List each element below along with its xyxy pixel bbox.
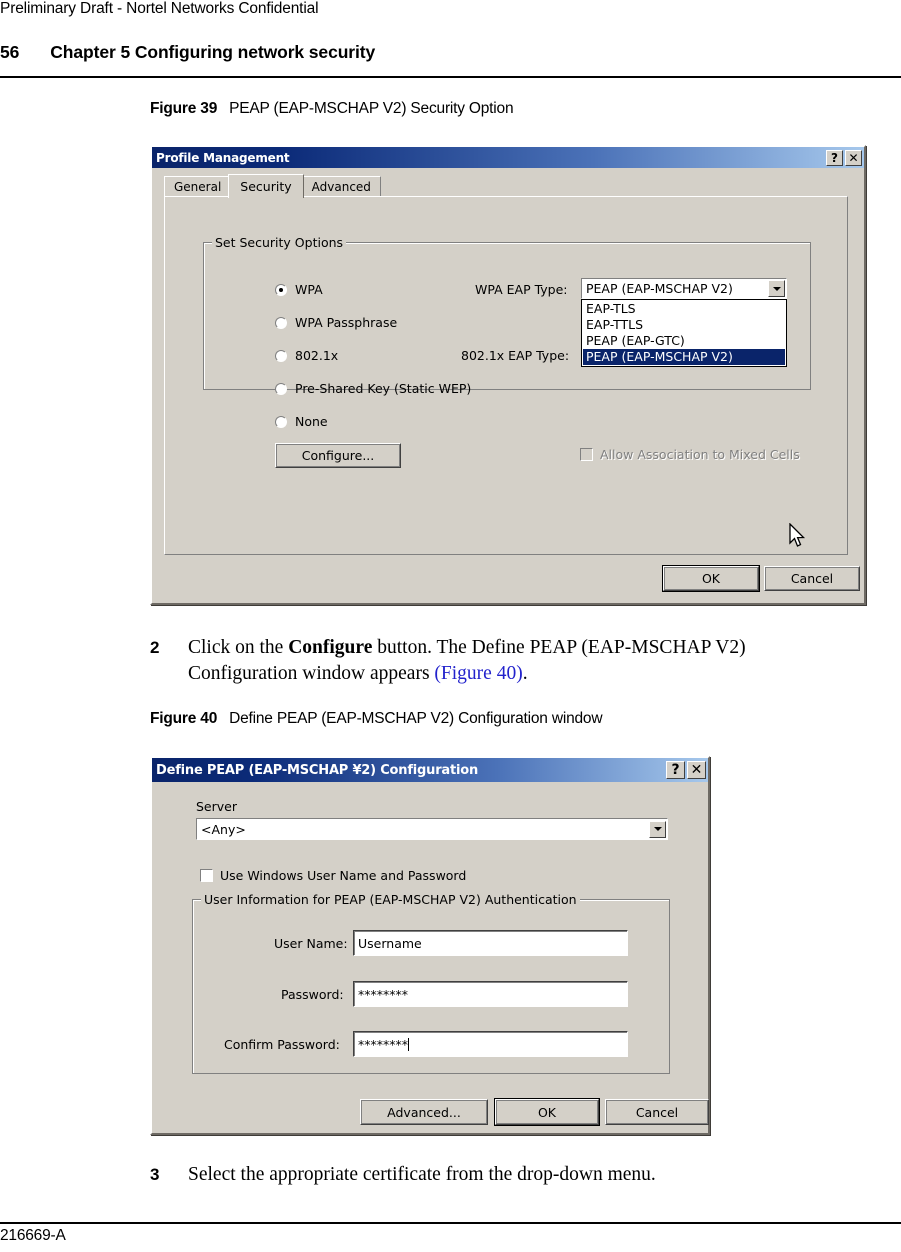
document-id: 216669-A [0,1227,66,1244]
radio-8021x[interactable]: 802.1x [275,348,338,363]
dot1x-eap-type-label: 802.1x EAP Type: [461,348,570,363]
radio-none-label: None [295,414,328,429]
figure-40-label: Figure 40 [150,710,218,727]
allow-mixed-cells-label: Allow Association to Mixed Cells [600,447,800,462]
dropdown-option-eap-ttls[interactable]: EAP-TTLS [583,317,785,333]
running-head: 56 Chapter 5 Configuring network security [0,42,375,63]
radio-wpa[interactable]: WPA [275,282,323,297]
step-3-body: Select the appropriate certificate from … [188,1164,656,1185]
step-3: 3 Select the appropriate certificate fro… [150,1162,850,1188]
allow-mixed-cells-checkbox [580,448,593,461]
configure-button[interactable]: Configure... [275,443,401,468]
radio-wpa-passphrase[interactable]: WPA Passphrase [275,315,397,330]
radio-none-indicator [275,415,287,428]
mouse-cursor-icon [789,522,807,554]
window-title: Profile Management [156,150,290,165]
wpa-eap-type-label: WPA EAP Type: [475,282,568,297]
text-caret [408,1037,409,1051]
ok-button[interactable]: OK [662,565,760,592]
tab-general[interactable]: General [164,176,232,196]
advanced-button[interactable]: Advanced... [360,1099,488,1125]
radio-pre-shared-key-indicator [275,382,287,395]
tab-advanced[interactable]: Advanced [301,176,381,196]
radio-pre-shared-key[interactable]: Pre-Shared Key (Static WEP) [275,381,471,396]
chevron-down-icon[interactable] [768,280,785,297]
close-icon[interactable]: ✕ [687,761,706,779]
figure-39-title: PEAP (EAP-MSCHAP V2) Security Option [229,100,514,117]
use-windows-credentials-checkbox-row[interactable]: Use Windows User Name and Password [200,868,466,883]
wpa-eap-type-value: PEAP (EAP-MSCHAP V2) [586,281,733,296]
user-name-label: User Name: [274,936,348,951]
user-information-group-title: User Information for PEAP (EAP-MSCHAP V2… [201,892,580,907]
header-rule [0,76,901,78]
step-3-number: 3 [150,1165,160,1184]
server-label: Server [196,799,237,814]
radio-pre-shared-key-label: Pre-Shared Key (Static WEP) [295,381,472,396]
cancel-button[interactable]: Cancel [764,566,860,591]
step-2-body: Click on the Configure button. The Defin… [188,635,850,687]
figure-40-crossreference-link[interactable]: (Figure 40) [434,663,522,684]
radio-8021x-indicator [275,349,287,362]
step-2: 2 Click on the Configure button. The Def… [150,635,850,687]
allow-mixed-cells-checkbox-row: Allow Association to Mixed Cells [580,447,800,462]
figure-39-caption: Figure 39 PEAP (EAP-MSCHAP V2) Security O… [150,100,514,118]
user-name-input[interactable]: Username [353,930,628,956]
step-2-number: 2 [150,638,160,657]
radio-wpa-label: WPA [295,282,323,297]
figure-40-title: Define PEAP (EAP-MSCHAP V2) Configuratio… [229,710,603,727]
draft-notice: Preliminary Draft - Nortel Networks Conf… [0,0,319,17]
chapter-title: Chapter 5 Configuring network security [50,42,376,62]
wpa-eap-type-combo[interactable]: PEAP (EAP-MSCHAP V2) [581,278,787,299]
dropdown-option-peap-eap-gtc[interactable]: PEAP (EAP-GTC) [583,333,785,349]
use-windows-credentials-checkbox[interactable] [200,869,213,882]
window-title: Define PEAP (EAP-MSCHAP ¥2) Configuratio… [156,762,479,778]
password-input[interactable]: ******** [353,981,628,1007]
page-number: 56 [0,42,20,62]
cancel-button[interactable]: Cancel [605,1099,709,1125]
confirm-password-label: Confirm Password: [224,1037,340,1052]
profile-management-dialog: Profile Management ? ✕ General Security … [150,145,866,605]
titlebar: Define PEAP (EAP-MSCHAP ¥2) Configuratio… [152,758,708,782]
step-2-text-after: . [522,663,528,684]
user-name-value: Username [358,935,422,951]
help-icon[interactable]: ? [826,149,843,166]
figure-39-label: Figure 39 [150,100,218,117]
footer-rule [0,1222,901,1224]
tab-security[interactable]: Security [228,174,304,198]
step-2-bold-word: Configure [288,637,373,658]
radio-none[interactable]: None [275,414,328,429]
confirm-password-input[interactable]: ******** [353,1031,628,1057]
dropdown-option-eap-tls[interactable]: EAP-TLS [583,301,785,317]
server-value: <Any> [201,821,246,837]
figure-40-caption: Figure 40 Define PEAP (EAP-MSCHAP V2) Con… [150,710,603,728]
dropdown-option-peap-eap-mschap-v2[interactable]: PEAP (EAP-MSCHAP V2) [583,349,785,365]
password-value: ******** [358,986,408,1002]
set-security-options-title: Set Security Options [212,235,347,250]
chevron-down-icon[interactable] [649,820,666,838]
use-windows-credentials-label: Use Windows User Name and Password [220,868,467,883]
step-2-text-before: Click on the [188,637,289,658]
wpa-eap-type-dropdown-list[interactable]: EAP-TLS EAP-TTLS PEAP (EAP-GTC) PEAP (EA… [581,299,787,367]
radio-8021x-label: 802.1x [295,348,339,363]
help-icon[interactable]: ? [666,761,685,779]
confirm-password-value: ******** [358,1036,408,1052]
tab-page-security: Set Security Options WPA WPA Passphrase … [164,196,848,555]
tabstrip: General Security Advanced [164,174,381,198]
ok-button[interactable]: OK [494,1098,600,1126]
password-label: Password: [281,987,344,1002]
close-icon[interactable]: ✕ [845,149,862,166]
server-combo[interactable]: <Any> [196,818,668,840]
define-peap-configuration-dialog: Define PEAP (EAP-MSCHAP ¥2) Configuratio… [150,756,710,1135]
radio-wpa-passphrase-indicator [275,316,287,329]
radio-wpa-indicator [275,283,287,296]
radio-wpa-passphrase-label: WPA Passphrase [295,315,398,330]
titlebar: Profile Management ? ✕ [152,147,864,168]
